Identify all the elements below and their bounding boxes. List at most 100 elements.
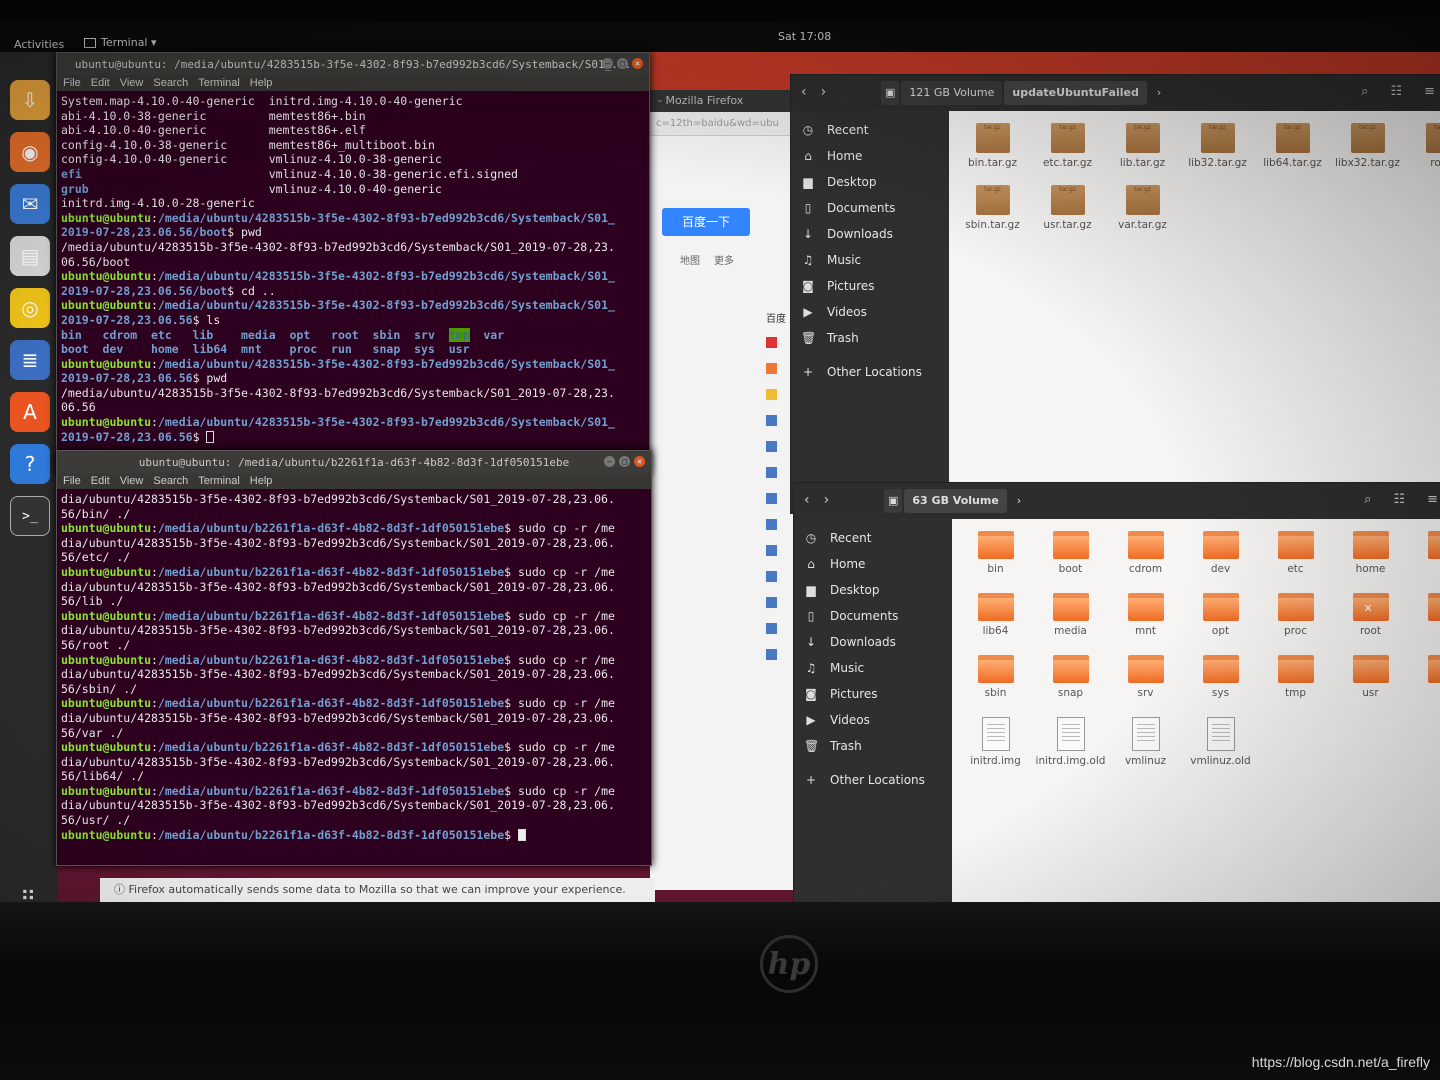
menu-item-view[interactable]: View	[120, 475, 144, 487]
app-menu[interactable]: Terminal ▾	[84, 36, 157, 49]
path-crumb[interactable]: 121 GB Volume	[901, 81, 1003, 105]
folder-item[interactable]: tmp	[1258, 655, 1333, 717]
archive-item[interactable]: tar.gz usr.tar.gz	[1030, 185, 1105, 247]
thunderbird-icon[interactable]: ✉	[10, 184, 50, 224]
menu-icon[interactable]: ≡	[1424, 84, 1435, 99]
folder-item[interactable]: home	[1333, 531, 1408, 593]
menu-item-search[interactable]: Search	[153, 77, 188, 89]
menu-item-edit[interactable]: Edit	[91, 77, 110, 89]
archive-item[interactable]: tar.gz etc.tar.gz	[1030, 123, 1105, 185]
activities-button[interactable]: Activities	[14, 38, 64, 51]
sidebar-item-recent[interactable]: ◷ Recent	[791, 117, 949, 143]
folder-item[interactable]: srv	[1108, 655, 1183, 717]
terminal-window-2[interactable]: ubuntu@ubuntu: /media/ubuntu/b2261f1a-d6…	[56, 450, 652, 866]
terminal-1-titlebar[interactable]: ubuntu@ubuntu: /media/ubuntu/4283515b-3f…	[57, 53, 649, 75]
file-item[interactable]: vmlinuz.old	[1183, 717, 1258, 779]
folder-item[interactable]: snap	[1033, 655, 1108, 717]
sidebar-item-pictures[interactable]: ◙ Pictures	[794, 681, 952, 707]
archive-item[interactable]: tar.gz libx32.tar.gz	[1330, 123, 1405, 185]
folder-item[interactable]: root	[1333, 593, 1408, 655]
rhythmbox-icon[interactable]: ◎	[10, 288, 50, 328]
sidebar-item-downloads[interactable]: ↓ Downloads	[794, 629, 952, 655]
folder-item[interactable]: sbin	[958, 655, 1033, 717]
files-icon[interactable]: ▤	[10, 236, 50, 276]
sidebar-item-desktop[interactable]: ▆ Desktop	[791, 169, 949, 195]
clock[interactable]: Sat 17:08	[778, 30, 831, 43]
sidebar-item-videos[interactable]: ▶ Videos	[791, 299, 949, 325]
list-view-icon[interactable]: ☷	[1390, 84, 1402, 99]
forward-icon[interactable]: ›	[824, 492, 830, 508]
folder-item[interactable]: boot	[1033, 531, 1108, 593]
terminal-1-output[interactable]: System.map-4.10.0-40-generic initrd.img-…	[57, 91, 649, 447]
sidebar-item-downloads[interactable]: ↓ Downloads	[791, 221, 949, 247]
archive-item[interactable]: tar.gz lib32.tar.gz	[1180, 123, 1255, 185]
sidebar-item-trash[interactable]: 🗑 Trash	[794, 733, 952, 759]
maximize-icon[interactable]: □	[617, 58, 628, 69]
menu-item-help[interactable]: Help	[250, 77, 273, 89]
help-icon[interactable]: ?	[10, 444, 50, 484]
folder-item[interactable]: etc	[1258, 531, 1333, 593]
folder-item[interactable]: opt	[1183, 593, 1258, 655]
sidebar-item-desktop[interactable]: ▆ Desktop	[794, 577, 952, 603]
folder-item[interactable]: mnt	[1108, 593, 1183, 655]
files-window-2[interactable]: ‹ › ▣ 63 GB Volume › ⌕ ☷ ≡ ◷ Recent ⌂ Home ▆ De…	[793, 482, 1440, 902]
ubuntu-installer-icon[interactable]: ⇩	[10, 80, 50, 120]
firefox-icon[interactable]: ◉	[10, 132, 50, 172]
path-crumb[interactable]: 63 GB Volume	[904, 489, 1007, 513]
sidebar-item-documents[interactable]: ▯ Documents	[794, 603, 952, 629]
menu-item-search[interactable]: Search	[153, 475, 188, 487]
menu-item-terminal[interactable]: Terminal	[198, 475, 240, 487]
chevron-right-icon[interactable]: ›	[1149, 81, 1169, 105]
sidebar-item-home[interactable]: ⌂ Home	[794, 551, 952, 577]
terminal-2-titlebar[interactable]: ubuntu@ubuntu: /media/ubuntu/b2261f1a-d6…	[57, 451, 651, 473]
list-view-icon[interactable]: ☷	[1393, 492, 1405, 507]
archive-item[interactable]: tar.gz var.tar.gz	[1105, 185, 1180, 247]
folder-item[interactable]: sys	[1183, 655, 1258, 717]
sidebar-item-videos[interactable]: ▶ Videos	[794, 707, 952, 733]
software-center-icon[interactable]: A	[10, 392, 50, 432]
minimize-icon[interactable]: –	[604, 456, 615, 467]
folder-item[interactable]: proc	[1258, 593, 1333, 655]
archive-item[interactable]: tar.gz lib.tar.gz	[1105, 123, 1180, 185]
archive-item[interactable]: tar.gz bin.tar.gz	[955, 123, 1030, 185]
sidebar-item-other-locations[interactable]: + Other Locations	[794, 767, 952, 793]
sidebar-item-recent[interactable]: ◷ Recent	[794, 525, 952, 551]
archive-item[interactable]: tar.gz lib64.tar.gz	[1255, 123, 1330, 185]
sidebar-item-home[interactable]: ⌂ Home	[791, 143, 949, 169]
search-icon[interactable]: ⌕	[1361, 84, 1368, 99]
folder-item[interactable]	[1408, 655, 1440, 717]
file-item[interactable]: initrd.img	[958, 717, 1033, 779]
baidu-link[interactable]: 更多	[714, 252, 734, 267]
file-item[interactable]: vmlinuz	[1108, 717, 1183, 779]
menu-item-file[interactable]: File	[63, 77, 81, 89]
terminal-window-1[interactable]: ubuntu@ubuntu: /media/ubuntu/4283515b-3f…	[56, 52, 650, 474]
baidu-search-button[interactable]: 百度一下	[662, 208, 750, 236]
close-icon[interactable]: ×	[632, 58, 643, 69]
firefox-window[interactable]: - Mozilla Firefox c=12th=baidu&wd=ubu 百度…	[650, 90, 800, 890]
firefox-data-notice[interactable]: ⓘ Firefox automatically sends some data …	[100, 878, 655, 902]
sidebar-item-music[interactable]: ♫ Music	[791, 247, 949, 273]
menu-item-file[interactable]: File	[63, 475, 81, 487]
terminal-icon[interactable]: >_	[10, 496, 50, 536]
sidebar-item-pictures[interactable]: ◙ Pictures	[791, 273, 949, 299]
files-window-1[interactable]: ‹ › ▣ 121 GB Volume updateUbuntuFailed › ⌕ …	[790, 74, 1440, 514]
sidebar-item-documents[interactable]: ▯ Documents	[791, 195, 949, 221]
menu-item-terminal[interactable]: Terminal	[198, 77, 240, 89]
sidebar-item-trash[interactable]: 🗑 Trash	[791, 325, 949, 351]
archive-item[interactable]: tar.gz root.	[1405, 123, 1440, 185]
sidebar-item-other-locations[interactable]: + Other Locations	[791, 359, 949, 385]
firefox-url-bar[interactable]: c=12th=baidu&wd=ubu	[650, 112, 800, 136]
chevron-right-icon[interactable]: ›	[1009, 489, 1029, 513]
maximize-icon[interactable]: □	[619, 456, 630, 467]
sidebar-item-music[interactable]: ♫ Music	[794, 655, 952, 681]
folder-item[interactable]: cdrom	[1108, 531, 1183, 593]
libreoffice-writer-icon[interactable]: ≣	[10, 340, 50, 380]
terminal-2-output[interactable]: dia/ubuntu/4283515b-3f5e-4302-8f93-b7ed9…	[57, 489, 651, 845]
search-icon[interactable]: ⌕	[1364, 492, 1371, 507]
file-item[interactable]: initrd.img.old	[1033, 717, 1108, 779]
folder-item[interactable]: usr	[1333, 655, 1408, 717]
folder-item[interactable]: media	[1033, 593, 1108, 655]
folder-item[interactable]: lib64	[958, 593, 1033, 655]
close-icon[interactable]: ×	[634, 456, 645, 467]
path-crumb[interactable]: updateUbuntuFailed	[1004, 81, 1147, 105]
